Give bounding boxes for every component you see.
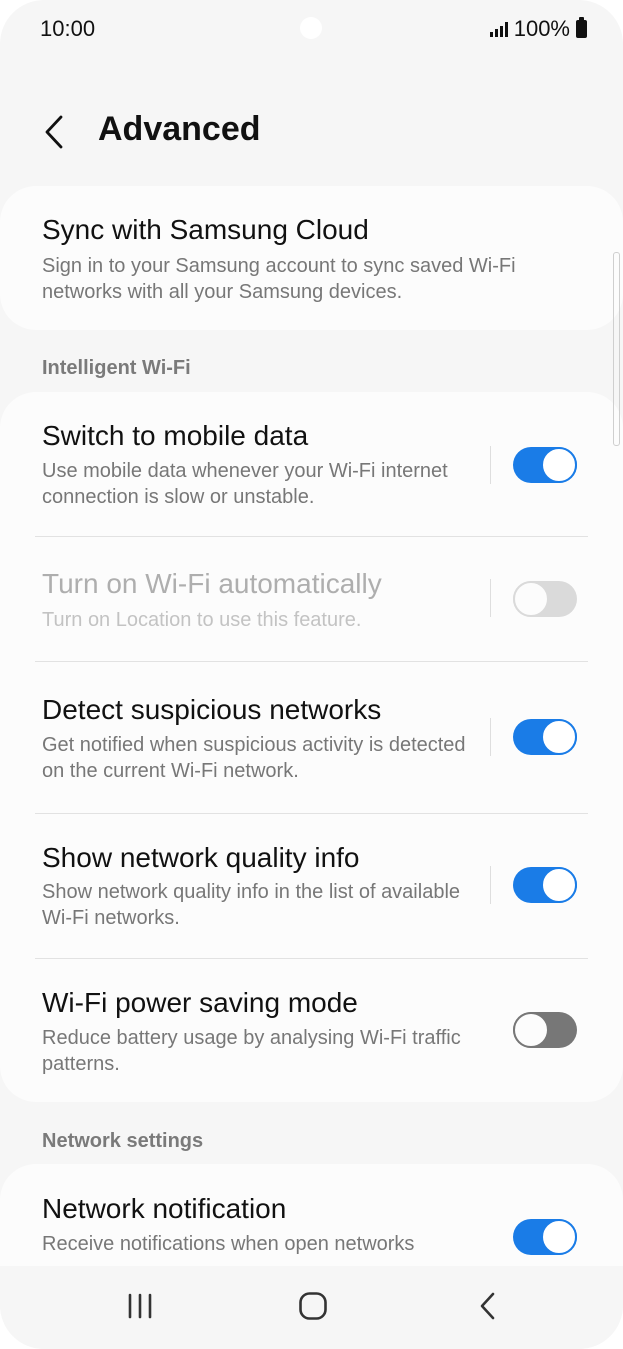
nav-home-button[interactable]	[283, 1284, 343, 1328]
section-label-network-settings: Network settings	[42, 1130, 204, 1152]
row-title: Network notification	[42, 1193, 287, 1224]
row-subtitle: Turn on Location to use this feature.	[42, 609, 362, 631]
home-icon	[299, 1292, 327, 1320]
vertical-divider	[490, 718, 491, 756]
signal-icon	[489, 21, 508, 37]
intelligent-wifi-card: Switch to mobile data Use mobile data wh…	[0, 392, 623, 1102]
turn-on-wifi-automatically-toggle	[513, 581, 577, 617]
detect-suspicious-networks-item[interactable]: Detect suspicious networks Get notified …	[0, 662, 623, 814]
section-label-intelligent-wifi: Intelligent Wi-Fi	[42, 357, 191, 379]
vertical-divider	[490, 866, 491, 904]
sync-title: Sync with Samsung Cloud	[42, 214, 369, 245]
navigation-bar	[0, 1266, 623, 1349]
toggle-knob	[513, 1012, 549, 1048]
status-time: 10:00	[40, 16, 96, 41]
wifi-power-saving-mode-item[interactable]: Wi-Fi power saving mode Reduce battery u…	[0, 959, 623, 1102]
toggle-knob	[541, 1219, 577, 1255]
back-icon	[480, 1292, 495, 1320]
row-subtitle: Show network quality info in the list of…	[42, 881, 461, 929]
show-network-quality-info-item[interactable]: Show network quality info Show network q…	[0, 814, 623, 959]
page-title: Advanced	[98, 110, 261, 148]
recents-icon	[128, 1293, 152, 1319]
camera-cutout	[300, 17, 322, 39]
battery-percent: 100%	[513, 16, 570, 41]
toggle-knob	[541, 719, 577, 755]
row-subtitle: Receive notifications when open networks	[42, 1233, 415, 1255]
toggle-knob	[513, 581, 549, 617]
nav-recents-button[interactable]	[110, 1284, 170, 1328]
chevron-left-icon	[45, 115, 63, 149]
turn-on-wifi-automatically-item: Turn on Wi-Fi automatically Turn on Loca…	[0, 537, 623, 662]
row-title: Show network quality info	[42, 842, 360, 873]
switch-to-mobile-data-toggle[interactable]	[513, 447, 577, 483]
battery-icon	[576, 17, 587, 38]
sync-samsung-cloud-item[interactable]: Sync with Samsung Cloud Sign in to your …	[0, 186, 623, 330]
back-button[interactable]	[34, 108, 74, 156]
row-title: Switch to mobile data	[42, 420, 309, 451]
app-header: Advanced	[0, 100, 623, 164]
phone-screen: 10:00 100% Advanced Sync with Samsung Cl…	[0, 0, 623, 1349]
show-network-quality-info-toggle[interactable]	[513, 867, 577, 903]
row-title: Turn on Wi-Fi automatically	[42, 568, 382, 599]
vertical-divider	[490, 579, 491, 617]
row-title: Wi-Fi power saving mode	[42, 987, 358, 1018]
scrollbar[interactable]	[613, 252, 620, 446]
vertical-divider	[490, 446, 491, 484]
row-subtitle: Get notified when suspicious activity is…	[42, 734, 466, 782]
status-icons: 100%	[489, 16, 587, 42]
network-notification-toggle[interactable]	[513, 1219, 577, 1255]
row-title: Detect suspicious networks	[42, 694, 382, 725]
wifi-power-saving-mode-toggle[interactable]	[513, 1012, 577, 1048]
row-subtitle: Use mobile data whenever your Wi-Fi inte…	[42, 460, 448, 508]
toggle-knob	[541, 447, 577, 483]
switch-to-mobile-data-item[interactable]: Switch to mobile data Use mobile data wh…	[0, 392, 623, 537]
nav-back-button[interactable]	[458, 1284, 518, 1328]
sync-subtitle: Sign in to your Samsung account to sync …	[42, 255, 516, 303]
status-bar: 10:00 100%	[0, 0, 623, 60]
row-subtitle: Reduce battery usage by analysing Wi-Fi …	[42, 1027, 461, 1075]
detect-suspicious-networks-toggle[interactable]	[513, 719, 577, 755]
toggle-knob	[541, 867, 577, 903]
